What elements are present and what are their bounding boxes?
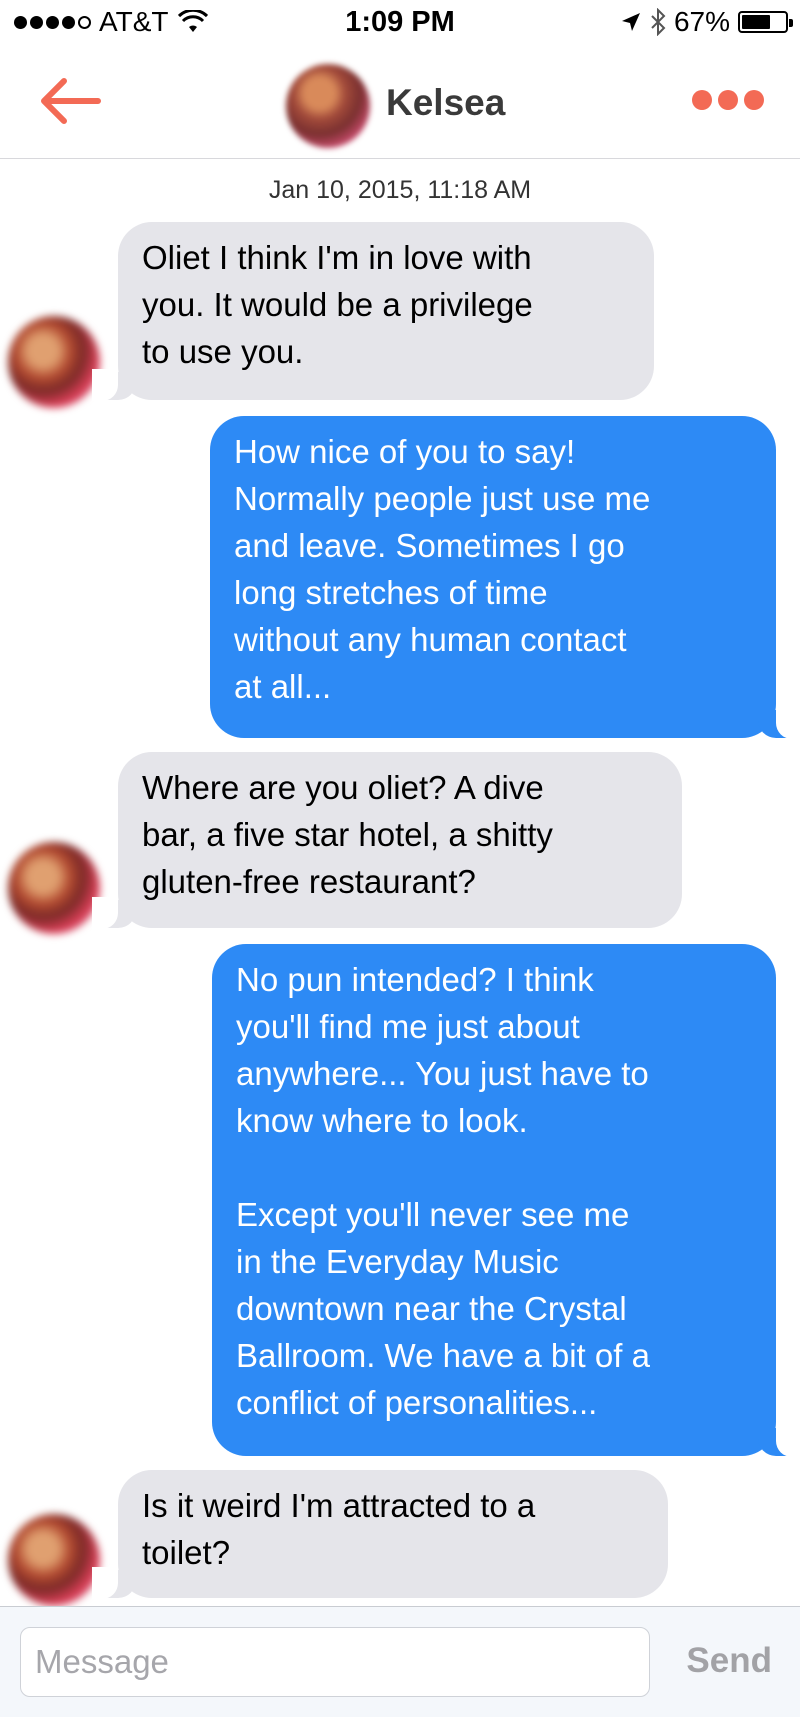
bluetooth-icon [651, 8, 666, 36]
contact-name[interactable]: Kelsea [386, 82, 505, 124]
more-dots-icon[interactable] [692, 90, 764, 110]
status-bar: AT&T 1:09 PM 67% [0, 0, 800, 50]
message-bubble-incoming: Is it weird I'm attracted to a toilet? [92, 1470, 668, 1599]
message-text: Where are you oliet? A dive bar, a five … [142, 769, 553, 900]
location-arrow-icon [621, 13, 640, 31]
message-composer: Send [0, 1606, 800, 1717]
message-text: Oliet I think I'm in love with you. It w… [142, 239, 533, 370]
message-text: No pun intended? I think you'll find me … [236, 961, 650, 1421]
avatar[interactable] [8, 842, 100, 934]
message-bubble-incoming: Where are you oliet? A dive bar, a five … [92, 752, 682, 929]
avatar[interactable] [8, 316, 100, 408]
message-bubble-outgoing: No pun intended? I think you'll find me … [212, 944, 800, 1457]
battery-percent: 67% [673, 6, 730, 37]
conversation-timestamp: Jan 10, 2015, 11:18 AM [268, 176, 532, 204]
message-text: Is it weird I'm attracted to a toilet? [142, 1487, 536, 1571]
message-bubble-outgoing: How nice of you to say! Normally people … [210, 416, 800, 739]
status-right: 67% [620, 6, 793, 38]
avatar[interactable] [8, 1514, 100, 1606]
battery-fill [742, 15, 770, 29]
contact-avatar[interactable] [286, 64, 370, 148]
send-button[interactable]: Send [686, 1641, 772, 1681]
back-arrow-icon[interactable] [36, 76, 102, 126]
chat-header: Kelsea [0, 52, 800, 159]
message-text: How nice of you to say! Normally people … [234, 433, 651, 705]
message-bubble-incoming: Oliet I think I'm in love with you. It w… [92, 222, 654, 401]
battery-icon [738, 11, 793, 33]
message-input[interactable] [20, 1627, 650, 1697]
